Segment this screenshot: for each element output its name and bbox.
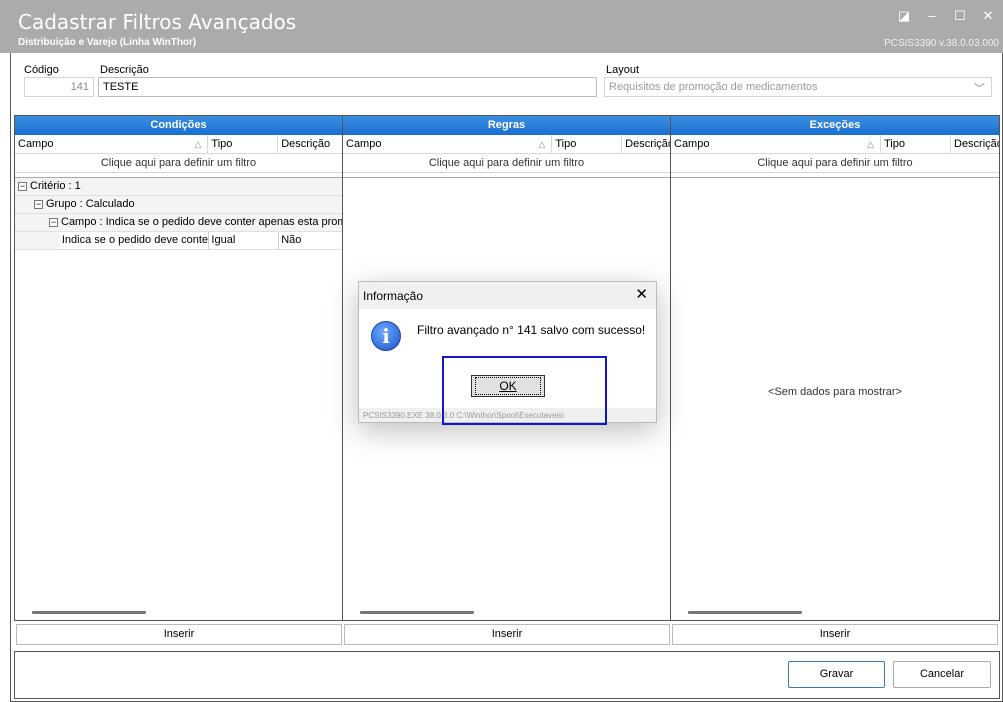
filter-spacer — [343, 173, 670, 178]
condicoes-insert-button[interactable]: Inserir — [16, 624, 342, 645]
tree-criterio[interactable]: − Critério : 1 — [15, 178, 342, 196]
layout-value: Requisitos de promoção de medicamentos — [609, 81, 818, 93]
close-icon[interactable]: ✕ — [635, 285, 648, 303]
tree-grupo[interactable]: − Grupo : Calculado — [15, 196, 342, 214]
window-subtitle: Distribuição e Varejo (Linha WinThor) — [18, 37, 197, 48]
condicoes-header: Condições — [15, 116, 342, 135]
col-tipo[interactable]: Tipo — [881, 135, 951, 153]
excecoes-insert-button[interactable]: Inserir — [672, 624, 998, 645]
cell-tipo[interactable]: Igual — [209, 232, 280, 249]
info-dialog: Informação ✕ i Filtro avançado n° 141 sa… — [358, 281, 657, 423]
col-descricao[interactable]: Descrição — [278, 135, 342, 153]
dialog-body: i Filtro avançado n° 141 salvo com suces… — [359, 309, 656, 408]
col-campo[interactable]: Campo △ — [343, 135, 553, 153]
col-tipo[interactable]: Tipo — [208, 135, 279, 153]
dialog-status: PCSIS3390.EXE 38.0.3.0 C:\Winthor\Spool\… — [363, 411, 565, 420]
excecoes-panel: Exceções Campo △ Tipo Descrição Clique aq… — [671, 116, 999, 620]
col-tipo[interactable]: Tipo — [552, 135, 623, 153]
regras-columns: Campo △ Tipo Descrição — [343, 135, 670, 154]
collapse-icon[interactable]: − — [18, 181, 27, 191]
condicoes-columns: Campo △ Tipo Descrição — [15, 135, 342, 154]
sort-asc-icon: △ — [867, 139, 874, 149]
col-descricao[interactable]: Descrição — [622, 135, 670, 153]
col-descricao[interactable]: Descrição — [951, 135, 999, 153]
dialog-message: Filtro avançado n° 141 salvo com sucesso… — [417, 323, 646, 337]
gravar-button[interactable]: Gravar — [788, 661, 885, 688]
version-label: PCSIS3390 v.38.0.03.000 — [884, 38, 999, 49]
cell-descricao[interactable]: Não — [279, 232, 342, 249]
restore-icon[interactable]: ◪ — [895, 8, 913, 24]
no-data-message: <Sem dados para mostrar> — [768, 386, 902, 398]
filter-row[interactable]: Clique aqui para definir um filtro — [671, 154, 999, 173]
title-bar: Cadastrar Filtros Avançados Distribuição… — [0, 0, 1003, 53]
filter-row[interactable]: Clique aqui para definir um filtro — [15, 154, 342, 173]
codigo-field[interactable]: 141 — [24, 77, 94, 97]
information-icon: i — [371, 321, 401, 351]
excecoes-columns: Campo △ Tipo Descrição — [671, 135, 999, 154]
horizontal-scrollbar[interactable] — [360, 611, 474, 614]
collapse-icon[interactable]: − — [34, 199, 43, 209]
col-campo[interactable]: Campo △ — [15, 135, 209, 153]
filter-row[interactable]: Clique aqui para definir um filtro — [343, 154, 670, 173]
layout-label: Layout — [606, 64, 640, 76]
cancelar-button[interactable]: Cancelar — [893, 661, 991, 688]
sort-asc-icon: △ — [538, 139, 546, 149]
codigo-label: Código — [24, 64, 59, 76]
tree-campo[interactable]: − Campo : Indica se o pedido deve conter … — [15, 214, 342, 232]
close-window-icon[interactable]: ✕ — [979, 8, 997, 24]
tree-data-row[interactable]: Indica se o pedido deve conter apenas es… — [15, 232, 342, 250]
ok-button[interactable]: OK — [471, 375, 545, 397]
cell-campo[interactable]: Indica se o pedido deve conter apenas es… — [60, 232, 210, 249]
dialog-title: Informação — [363, 289, 424, 303]
descricao-label: Descrição — [100, 64, 149, 76]
regras-header: Regras — [343, 116, 670, 135]
window-title: Cadastrar Filtros Avançados — [18, 10, 297, 34]
horizontal-scrollbar[interactable] — [688, 611, 802, 614]
sort-asc-icon: △ — [194, 139, 202, 149]
chevron-down-icon: ﹀ — [974, 83, 985, 95]
regras-insert-button[interactable]: Inserir — [344, 624, 670, 645]
window-controls: ◪ – ☐ ✕ — [895, 8, 997, 24]
minimize-icon[interactable]: – — [923, 8, 941, 24]
col-campo[interactable]: Campo △ — [671, 135, 881, 153]
footer-bar: Gravar Cancelar — [14, 651, 1000, 699]
maximize-icon[interactable]: ☐ — [951, 8, 969, 24]
descricao-field[interactable]: TESTE — [98, 77, 597, 97]
horizontal-scrollbar[interactable] — [32, 611, 146, 614]
filter-spacer — [671, 173, 999, 178]
layout-select[interactable]: Requisitos de promoção de medicamentos ﹀ — [604, 77, 992, 97]
excecoes-header: Exceções — [671, 116, 999, 135]
collapse-icon[interactable]: − — [49, 217, 58, 227]
condicoes-panel: Condições Campo △ Tipo Descrição Clique a… — [15, 116, 343, 620]
